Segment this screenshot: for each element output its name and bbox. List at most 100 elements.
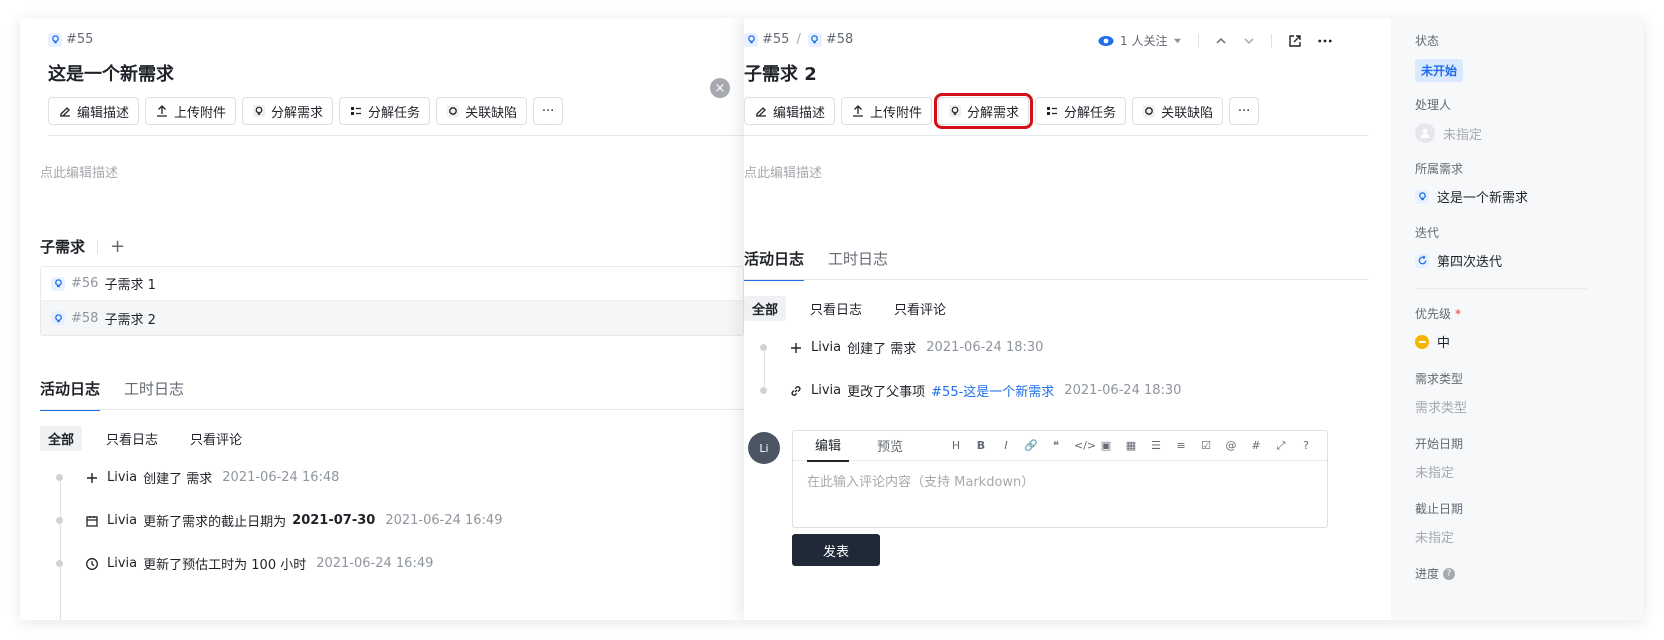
filter-logs-only[interactable]: 只看日志 xyxy=(802,296,870,321)
timeline-line xyxy=(60,478,61,620)
list-item: Livia 创建了 需求 2021-06-24 18:30 xyxy=(760,338,1043,357)
bug-icon xyxy=(447,105,460,117)
tab-activity-log[interactable]: 活动日志 xyxy=(40,378,101,411)
heading-icon[interactable]: H xyxy=(949,439,963,452)
split-requirement-button[interactable]: 分解需求 xyxy=(934,93,1034,129)
requirement-icon xyxy=(807,32,822,47)
tab-preview[interactable]: 预览 xyxy=(869,430,911,461)
field-label: 状态 xyxy=(1415,34,1440,48)
breadcrumb-separator: / xyxy=(796,32,801,47)
link-bug-label: 关联缺陷 xyxy=(465,105,518,121)
description-placeholder[interactable]: 点此编辑描述 xyxy=(744,162,822,181)
help-icon[interactable]: ? xyxy=(1299,439,1313,452)
parent-link[interactable]: #55-这是一个新需求 xyxy=(931,381,1054,400)
publish-button[interactable]: 发表 xyxy=(792,534,880,566)
help-icon[interactable]: ? xyxy=(1443,567,1456,580)
field-type: 需求类型 需求类型 xyxy=(1415,370,1467,416)
link-bug-button[interactable]: 关联缺陷 xyxy=(436,97,528,125)
split-task-button[interactable]: 分解任务 xyxy=(1035,97,1127,125)
code-icon[interactable]: </> xyxy=(1074,439,1096,452)
watch-button[interactable]: 1 人关注 xyxy=(1098,32,1182,49)
iteration-select[interactable]: 第四次迭代 xyxy=(1415,251,1502,270)
chevron-up-icon[interactable] xyxy=(1215,35,1227,47)
expand-icon[interactable]: ⤢ xyxy=(1274,439,1288,453)
plus-icon xyxy=(789,341,803,355)
tab-worklog[interactable]: 工时日志 xyxy=(828,248,888,281)
edit-description-button[interactable]: 编辑描述 xyxy=(744,97,836,125)
breadcrumb-id[interactable]: #55 xyxy=(66,32,93,47)
status-badge[interactable]: 未开始 xyxy=(1415,59,1464,82)
activity-value: 2021-07-30 xyxy=(292,513,376,528)
italic-icon[interactable]: I xyxy=(999,439,1013,452)
image-icon[interactable]: ▣ xyxy=(1099,439,1113,452)
quote-icon[interactable]: ❝ xyxy=(1049,439,1063,452)
priority-select[interactable]: 中 xyxy=(1415,332,1461,351)
priority-value: 中 xyxy=(1437,336,1451,351)
bold-icon[interactable]: B xyxy=(974,439,988,452)
upload-attachment-button[interactable]: 上传附件 xyxy=(145,97,237,125)
more-actions-button[interactable]: ··· xyxy=(533,97,564,125)
caret-down-icon xyxy=(1174,38,1182,44)
type-select[interactable]: 需求类型 xyxy=(1415,397,1467,416)
mention-icon[interactable]: @ xyxy=(1224,439,1238,452)
filter-comments-only[interactable]: 只看评论 xyxy=(182,426,250,451)
eye-icon xyxy=(1098,35,1114,46)
plus-icon xyxy=(85,471,99,485)
description-placeholder[interactable]: 点此编辑描述 xyxy=(40,162,118,181)
table-row[interactable]: #56 子需求 1 xyxy=(41,267,743,301)
table-icon[interactable]: ▦ xyxy=(1124,439,1138,452)
unordered-list-icon[interactable]: ≡ xyxy=(1174,439,1188,452)
activity-time: 2021-06-24 16:49 xyxy=(316,556,434,571)
filter-logs-only[interactable]: 只看日志 xyxy=(98,426,166,451)
table-row[interactable]: #58 子需求 2 xyxy=(41,301,743,335)
add-sub-requirement-button[interactable]: + xyxy=(110,236,125,257)
breadcrumb-parent-id[interactable]: #55 xyxy=(762,32,789,47)
calendar-icon xyxy=(85,514,99,528)
timeline-dot xyxy=(56,517,63,524)
sub-requirement-name[interactable]: 子需求 2 xyxy=(104,309,155,328)
hashtag-icon[interactable]: # xyxy=(1249,439,1263,452)
upload-attachment-button[interactable]: 上传附件 xyxy=(841,97,933,125)
more-icon: ··· xyxy=(541,103,555,119)
comment-editor: 编辑 预览 H B I 🔗 ❝ </> ▣ ▦ ☰ ≡ ☑ @ # ⤢ ? 在此… xyxy=(792,430,1328,528)
sub-requirements-table: #56 子需求 1 #58 子需求 2 xyxy=(40,266,744,336)
requirement-icon xyxy=(1415,189,1429,204)
link-icon[interactable]: 🔗 xyxy=(1024,439,1038,452)
more-actions-button[interactable]: ··· xyxy=(1229,97,1260,125)
more-icon[interactable] xyxy=(1318,39,1333,43)
chevron-down-icon[interactable] xyxy=(1243,35,1255,47)
assignee-select[interactable]: 未指定 xyxy=(1415,123,1482,143)
requirement-icon xyxy=(744,32,758,47)
tab-edit[interactable]: 编辑 xyxy=(807,429,850,462)
checklist-icon[interactable]: ☑ xyxy=(1199,439,1213,452)
activity-timeline: Livia 创建了 需求 2021-06-24 16:48 Livia 更新了需… xyxy=(56,468,716,620)
tab-activity-log[interactable]: 活动日志 xyxy=(744,248,805,281)
edit-description-button[interactable]: 编辑描述 xyxy=(48,97,140,125)
open-external-icon[interactable] xyxy=(1288,34,1302,48)
sub-requirement-name[interactable]: 子需求 1 xyxy=(104,274,155,293)
parent-select[interactable]: 这是一个新需求 xyxy=(1415,187,1528,206)
split-requirement-button[interactable]: 分解需求 xyxy=(242,97,334,125)
sub-requirements-title: 子需求 xyxy=(40,238,86,256)
field-label: 需求类型 xyxy=(1415,372,1464,386)
filter-all[interactable]: 全部 xyxy=(744,296,787,321)
activity-actor: Livia xyxy=(811,340,842,355)
list-item: Livia 更新了需求的截止日期为 2021-07-30 2021-06-24 … xyxy=(56,511,502,530)
due-date-picker[interactable]: 未指定 xyxy=(1415,527,1454,546)
tab-worklog[interactable]: 工时日志 xyxy=(124,378,184,411)
link-bug-button[interactable]: 关联缺陷 xyxy=(1132,97,1224,125)
breadcrumb[interactable]: #55 xyxy=(48,32,93,47)
ordered-list-icon[interactable]: ☰ xyxy=(1149,439,1163,452)
filter-all[interactable]: 全部 xyxy=(40,426,83,451)
field-label: 开始日期 xyxy=(1415,437,1464,451)
header-actions: 1 人关注 xyxy=(1098,32,1333,49)
clock-icon xyxy=(85,557,99,571)
comment-input[interactable]: 在此输入评论内容（支持 Markdown） xyxy=(793,461,1327,500)
activity-actor: Livia xyxy=(107,470,138,485)
list-item: Livia 更新了预估工时为 100 小时 2021-06-24 16:49 xyxy=(56,554,433,573)
close-drawer-button[interactable]: × xyxy=(710,78,730,98)
activity-actor: Livia xyxy=(811,383,842,398)
split-task-button[interactable]: 分解任务 xyxy=(339,97,431,125)
filter-comments-only[interactable]: 只看评论 xyxy=(886,296,954,321)
start-date-picker[interactable]: 未指定 xyxy=(1415,462,1454,481)
